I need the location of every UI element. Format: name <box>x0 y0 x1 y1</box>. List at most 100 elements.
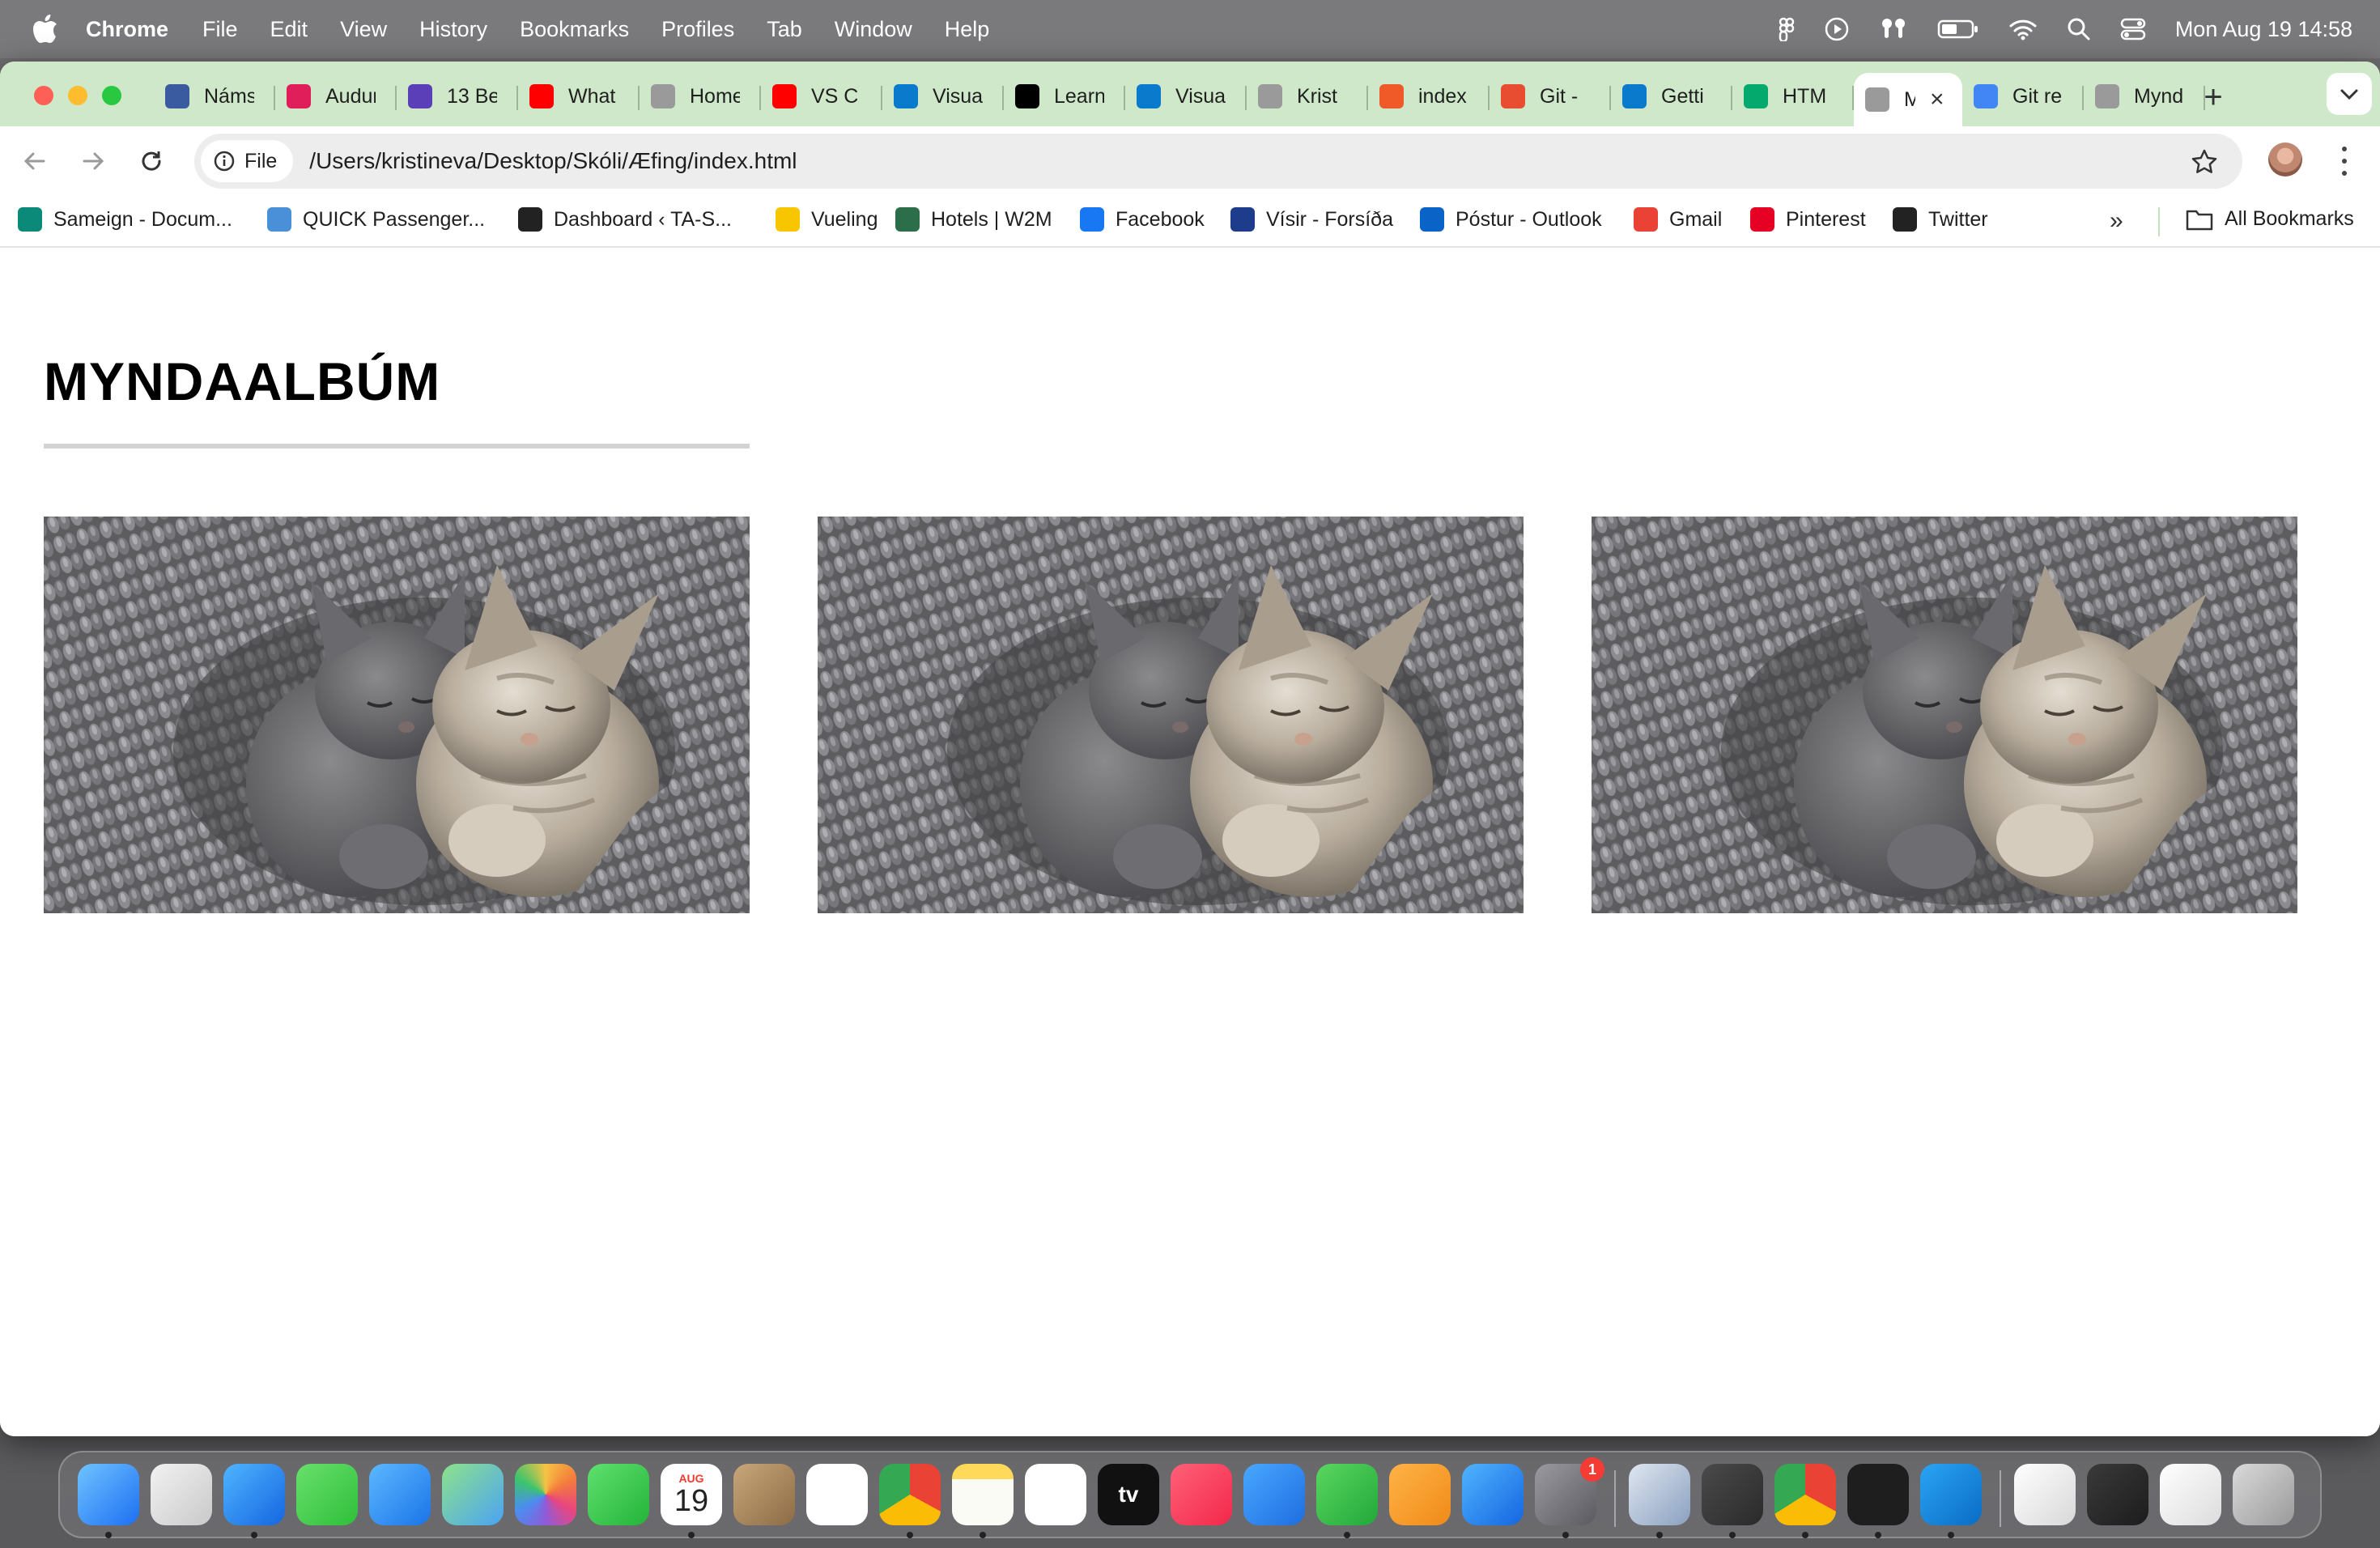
bookmark-item[interactable]: Vísir - Forsíða <box>1230 207 1393 232</box>
close-tab-icon[interactable]: × <box>1930 86 1944 113</box>
menu-edit[interactable]: Edit <box>270 17 308 42</box>
mail-icon[interactable] <box>369 1464 431 1525</box>
apple-icon[interactable] <box>32 15 58 44</box>
menu-bookmarks[interactable]: Bookmarks <box>520 17 629 42</box>
bookmark-item[interactable]: Póstur - Outlook <box>1420 207 1602 232</box>
bookmark-item[interactable]: Twitter <box>1893 207 1988 232</box>
menu-view[interactable]: View <box>340 17 387 42</box>
menu-app-name[interactable]: Chrome <box>86 17 168 42</box>
zoom-window-button[interactable] <box>102 86 121 105</box>
finder-icon[interactable] <box>78 1464 139 1525</box>
launchpad-icon[interactable] <box>151 1464 212 1525</box>
airpods-icon[interactable] <box>1879 17 1908 41</box>
site-info-chip[interactable]: File <box>201 140 294 182</box>
bookmark-item[interactable]: Vueling <box>776 207 878 232</box>
wifi-icon[interactable] <box>2008 18 2038 40</box>
trash-icon[interactable] <box>2233 1464 2294 1525</box>
close-window-button[interactable] <box>34 86 53 105</box>
forward-button[interactable] <box>74 142 112 180</box>
menu-profiles[interactable]: Profiles <box>661 17 734 42</box>
profile-avatar[interactable] <box>2268 142 2302 176</box>
system-settings-icon[interactable]: 1 <box>1535 1457 1604 1525</box>
facetime-icon[interactable] <box>588 1464 649 1525</box>
more-bookmarks-button[interactable]: » <box>2110 207 2123 235</box>
bookmark-item[interactable]: Gmail <box>1634 207 1722 232</box>
numbers-icon[interactable] <box>1316 1464 1378 1525</box>
bookmark-star-icon[interactable] <box>2191 148 2218 176</box>
tab-active[interactable]: M × <box>1854 73 1962 126</box>
tab[interactable]: What <box>518 73 640 120</box>
tab[interactable]: Krist <box>1247 73 1368 120</box>
notes-icon[interactable] <box>952 1464 1014 1525</box>
menu-clock[interactable]: Mon Aug 19 14:58 <box>2175 17 2352 42</box>
tab[interactable]: Mynd <box>2084 73 2205 120</box>
freeform-icon[interactable] <box>1025 1464 1086 1525</box>
bookmark-item[interactable]: Facebook <box>1080 207 1205 232</box>
control-center-icon[interactable] <box>2120 18 2146 40</box>
vscode-icon[interactable] <box>1920 1464 1982 1525</box>
terminal-window-icon[interactable] <box>2087 1464 2148 1525</box>
sublime-text-icon[interactable] <box>1702 1464 1763 1525</box>
url-text[interactable]: /Users/kristineva/Desktop/Skóli/Æfing/in… <box>309 148 797 174</box>
apple-tv-icon[interactable]: tv <box>1098 1464 1159 1525</box>
reminders-icon[interactable] <box>806 1464 868 1525</box>
keynote-icon[interactable] <box>1243 1464 1305 1525</box>
tab[interactable]: Git - <box>1490 73 1611 120</box>
new-tab-button[interactable]: + <box>2197 79 2229 116</box>
minimize-window-button[interactable] <box>68 86 87 105</box>
tab[interactable]: VS C <box>761 73 882 120</box>
battery-icon[interactable] <box>1937 19 1979 40</box>
bookmark-label: Gmail <box>1669 207 1723 231</box>
music-icon[interactable] <box>1171 1464 1232 1525</box>
tab-search-button[interactable] <box>2327 73 2372 115</box>
chrome-menu-button[interactable] <box>2335 142 2354 180</box>
tab[interactable]: Home <box>640 73 761 120</box>
all-bookmarks-button[interactable]: All Bookmarks <box>2186 207 2354 231</box>
screen-record-icon[interactable] <box>1824 16 1850 42</box>
tab[interactable]: Getti <box>1611 73 1732 120</box>
back-button[interactable] <box>16 142 53 180</box>
bookmark-item[interactable]: QUICK Passenger... <box>267 207 485 232</box>
bookmark-item[interactable]: Pinterest <box>1750 207 1866 232</box>
tab[interactable]: Audur <box>275 73 397 120</box>
pages-icon[interactable] <box>1389 1464 1451 1525</box>
menu-history[interactable]: History <box>419 17 487 42</box>
tab[interactable]: Námsk <box>154 73 275 120</box>
chrome-icon[interactable] <box>1774 1464 1836 1525</box>
dock: AUG 19 tv 1 <box>58 1451 2322 1538</box>
menu-tab[interactable]: Tab <box>767 17 802 42</box>
chrome-icon[interactable] <box>879 1464 941 1525</box>
app-store-icon[interactable] <box>1462 1464 1524 1525</box>
gallery-image[interactable] <box>1592 517 2297 913</box>
vscode-file-icon[interactable] <box>2014 1464 2076 1525</box>
photos-icon[interactable] <box>515 1464 576 1525</box>
document-window-icon[interactable] <box>2160 1464 2221 1525</box>
tab[interactable]: Git re <box>1962 73 2084 120</box>
menu-help[interactable]: Help <box>945 17 990 42</box>
tab[interactable]: HTM <box>1732 73 1854 120</box>
tab[interactable]: Visua <box>1125 73 1247 120</box>
reload-button[interactable] <box>133 142 170 180</box>
tab[interactable]: index <box>1368 73 1490 120</box>
bookmark-item[interactable]: Sameign - Docum... <box>18 207 232 232</box>
tab[interactable]: Visua <box>882 73 1004 120</box>
tab[interactable]: 13 Be <box>397 73 518 120</box>
calendar-icon[interactable]: AUG 19 <box>661 1464 722 1525</box>
maps-icon[interactable] <box>442 1464 504 1525</box>
bookmark-item[interactable]: Hotels | W2M <box>895 207 1052 232</box>
contacts-icon[interactable] <box>733 1464 795 1525</box>
bookmark-label: Pinterest <box>1786 207 1866 231</box>
tab[interactable]: Learn <box>1004 73 1125 120</box>
address-bar[interactable]: File /Users/kristineva/Desktop/Skóli/Æfi… <box>194 134 2242 189</box>
menu-file[interactable]: File <box>202 17 238 42</box>
gallery-image[interactable] <box>44 517 750 913</box>
preview-icon[interactable] <box>1629 1464 1690 1525</box>
figma-icon[interactable] <box>1847 1464 1909 1525</box>
safari-icon[interactable] <box>223 1464 285 1525</box>
figma-status-icon[interactable] <box>1779 17 1795 41</box>
bookmark-item[interactable]: Dashboard ‹ TA-S... <box>518 207 732 232</box>
messages-icon[interactable] <box>296 1464 358 1525</box>
spotlight-search-icon[interactable] <box>2067 17 2091 41</box>
menu-window[interactable]: Window <box>835 17 912 42</box>
gallery-image[interactable] <box>818 517 1524 913</box>
